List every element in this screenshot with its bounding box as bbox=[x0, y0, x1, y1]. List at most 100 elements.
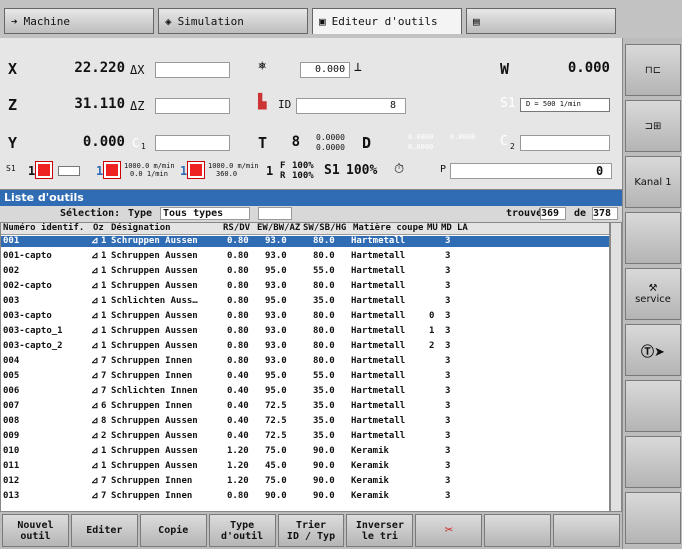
table-row[interactable]: ⊿ 005 7 Schruppen Innen 0.40 95.0 55.0 Hartmeta… bbox=[1, 371, 609, 382]
f-label: F bbox=[280, 161, 286, 171]
softkey-empty-2[interactable] bbox=[625, 380, 681, 432]
cell-swsbhg: 80.0 bbox=[313, 326, 335, 336]
cell-id: 003-capto_1 bbox=[3, 326, 63, 336]
cell-swsbhg: 80.0 bbox=[313, 356, 335, 366]
delta-x-field[interactable] bbox=[155, 62, 230, 78]
machine-position-panel: X 22.220 ΔX ⎈ 0.000 ⊥ W 0.000 Z 31.110 Δ… bbox=[0, 38, 622, 190]
filter-extra-field[interactable] bbox=[258, 207, 292, 220]
cell-rsdv: 0.80 bbox=[227, 281, 249, 291]
cell-id: 012 bbox=[3, 476, 20, 486]
col-oz[interactable]: Oz bbox=[93, 223, 104, 233]
cell-ewbwaz: 95.0 bbox=[265, 296, 287, 306]
horizontal-softkey-bar: Nouvel outil Editer Copie Type d'outil T… bbox=[0, 512, 622, 549]
cell-ewbwaz: 93.0 bbox=[265, 236, 287, 246]
spindle-bar bbox=[58, 166, 80, 176]
cell-designation: Schruppen Innen bbox=[111, 401, 193, 411]
cell-swsbhg: 80.0 bbox=[313, 251, 335, 261]
cell-oz: 7 bbox=[101, 491, 107, 501]
table-row[interactable]: ⊿ 007 6 Schruppen Innen 0.40 72.5 35.0 Hartmeta… bbox=[1, 401, 609, 412]
softkey-copie[interactable]: Copie bbox=[139, 514, 207, 547]
table-row[interactable]: ⊿ 001 1 Schruppen Aussen 0.80 93.0 80.0 Hartmet… bbox=[1, 236, 609, 247]
table-row[interactable]: ⊿ 002-capto 1 Schruppen Aussen 0.80 93.0 80.0 H… bbox=[1, 281, 609, 292]
tab-program[interactable]: ▤ bbox=[466, 8, 616, 34]
col-la[interactable]: LA bbox=[457, 223, 468, 233]
table-scrollbar[interactable] bbox=[610, 222, 622, 512]
col-designation[interactable]: Désignation bbox=[111, 223, 171, 233]
clock-icon: ⏱ bbox=[394, 162, 405, 177]
wrench-service-icon: ⚒ bbox=[648, 283, 658, 294]
cell-oz: 1 bbox=[101, 266, 107, 276]
col-md[interactable]: MD bbox=[441, 223, 452, 233]
turret-icon: ⊐⊞ bbox=[644, 120, 662, 132]
tool-type-icon: ⊿ bbox=[91, 281, 99, 291]
found-value: 369 bbox=[540, 207, 566, 220]
cell-oz: 7 bbox=[101, 386, 107, 396]
cell-ewbwaz: 93.0 bbox=[265, 356, 287, 366]
softkey-type-outil[interactable]: Type d'outil bbox=[208, 514, 276, 547]
tab-editeur-outils[interactable]: ▣ Editeur d'outils bbox=[312, 8, 462, 34]
p-value: 0 bbox=[596, 164, 604, 178]
table-row[interactable]: ⊿ 002 1 Schruppen Aussen 0.80 95.0 55.0 Hartmet… bbox=[1, 266, 609, 277]
softkey-empty-3[interactable] bbox=[625, 436, 681, 488]
cell-rsdv: 0.40 bbox=[227, 386, 249, 396]
col-swsbhg[interactable]: SW/SB/HG bbox=[303, 223, 346, 233]
tab-simulation[interactable]: ◈ Simulation bbox=[158, 8, 308, 34]
table-row[interactable]: ⊿ 003 1 Schlichten Auss… 0.80 95.0 35.0 Hartmet… bbox=[1, 296, 609, 307]
c-sub: 1 bbox=[141, 142, 146, 151]
table-row[interactable]: ⊿ 006 7 Schlichten Innen 0.40 95.0 35.0 Hartmet… bbox=[1, 386, 609, 397]
table-row[interactable]: ⊿ 012 7 Schruppen Innen 1.20 75.0 90.0 Keramik 3 bbox=[1, 476, 609, 487]
softkey-kanal[interactable]: Kanal 1 bbox=[625, 156, 681, 208]
table-row[interactable]: ⊿ 010 1 Schruppen Aussen 1.20 75.0 90.0 Keramik… bbox=[1, 446, 609, 457]
table-row[interactable]: ⊿ 009 2 Schruppen Aussen 0.40 72.5 35.0 Hartmet… bbox=[1, 431, 609, 442]
p-field[interactable] bbox=[450, 163, 612, 179]
softkey-empty-4[interactable] bbox=[625, 492, 681, 544]
s1-override-label: S1 bbox=[324, 163, 340, 178]
cell-ewbwaz: 93.0 bbox=[265, 311, 287, 321]
softkey-empty-1[interactable] bbox=[625, 212, 681, 264]
program-icon: ▤ bbox=[473, 14, 480, 28]
cell-oz: 1 bbox=[101, 296, 107, 306]
cell-md: 3 bbox=[445, 461, 451, 471]
table-row[interactable]: ⊿ 011 1 Schruppen Aussen 1.20 45.0 90.0 Keramik… bbox=[1, 461, 609, 472]
table-row[interactable]: ⊿ 003-capto_2 1 Schruppen Aussen 0.80 93.0 80.… bbox=[1, 341, 609, 352]
filter-type-select[interactable]: Tous types bbox=[160, 207, 250, 220]
col-ewbwaz[interactable]: EW/BW/AZ bbox=[257, 223, 300, 233]
table-row[interactable]: ⊿ 001-capto 1 Schruppen Aussen 0.80 93.0 80.0 H… bbox=[1, 251, 609, 262]
softkey-nouvel-outil[interactable]: Nouvel outil bbox=[2, 514, 69, 547]
table-row[interactable]: ⊿ 013 7 Schruppen Innen 0.80 90.0 90.0 Keramik 3 bbox=[1, 491, 609, 502]
cell-id: 002 bbox=[3, 266, 20, 276]
c-field[interactable] bbox=[155, 135, 230, 151]
tool-type-icon: ⊿ bbox=[91, 266, 99, 276]
tool-table[interactable]: Numéro identif. Oz Désignation RS/DV EW/… bbox=[0, 222, 610, 512]
tab-machine[interactable]: ➔ Machine bbox=[4, 8, 154, 34]
col-id[interactable]: Numéro identif. bbox=[3, 223, 84, 233]
softkey-service[interactable]: ⚒ service bbox=[625, 268, 681, 320]
cell-matiere: Hartmetall bbox=[351, 341, 406, 351]
table-row[interactable]: ⊿ 004 7 Schruppen Innen 0.80 93.0 80.0 Hartmeta… bbox=[1, 356, 609, 367]
table-row[interactable]: ⊿ 008 8 Schruppen Aussen 0.40 72.5 35.0 Hartmet… bbox=[1, 416, 609, 427]
s1-label: S1 bbox=[500, 96, 516, 111]
col-rsdv[interactable]: RS/DV bbox=[223, 223, 250, 233]
c2-field[interactable] bbox=[520, 135, 610, 151]
softkey-empty-6[interactable] bbox=[553, 514, 621, 547]
cell-rsdv: 1.20 bbox=[227, 446, 249, 456]
softkey-tool-holder[interactable]: ⊓⊏ bbox=[625, 44, 681, 96]
softkey-t-arrow[interactable]: Ⓣ➤ bbox=[625, 324, 681, 376]
table-row[interactable]: ⊿ 003-capto 1 Schruppen Aussen 0.80 93.0 80.0 H… bbox=[1, 311, 609, 322]
cell-matiere: Hartmetall bbox=[351, 311, 406, 321]
cell-id: 008 bbox=[3, 416, 20, 426]
softkey-empty-5[interactable] bbox=[484, 514, 552, 547]
col-matiere[interactable]: Matière coupe bbox=[353, 223, 423, 233]
softkey-delete-tool[interactable]: ✂ bbox=[415, 514, 483, 547]
softkey-turret[interactable]: ⊐⊞ bbox=[625, 100, 681, 152]
delta-z-field[interactable] bbox=[155, 98, 230, 114]
softkey-trier[interactable]: Trier ID / Typ bbox=[277, 514, 345, 547]
softkey-inverser[interactable]: Inverser le tri bbox=[346, 514, 414, 547]
tool-editor-icon: ▣ bbox=[319, 15, 326, 28]
col-mu[interactable]: MU bbox=[427, 223, 438, 233]
filter-type-label: Type bbox=[128, 208, 153, 219]
table-row[interactable]: ⊿ 003-capto_1 1 Schruppen Aussen 0.80 93.0 80.… bbox=[1, 326, 609, 337]
softkey-editer[interactable]: Editer bbox=[70, 514, 138, 547]
cell-id: 005 bbox=[3, 371, 20, 381]
axis-x-label: X bbox=[8, 60, 18, 78]
